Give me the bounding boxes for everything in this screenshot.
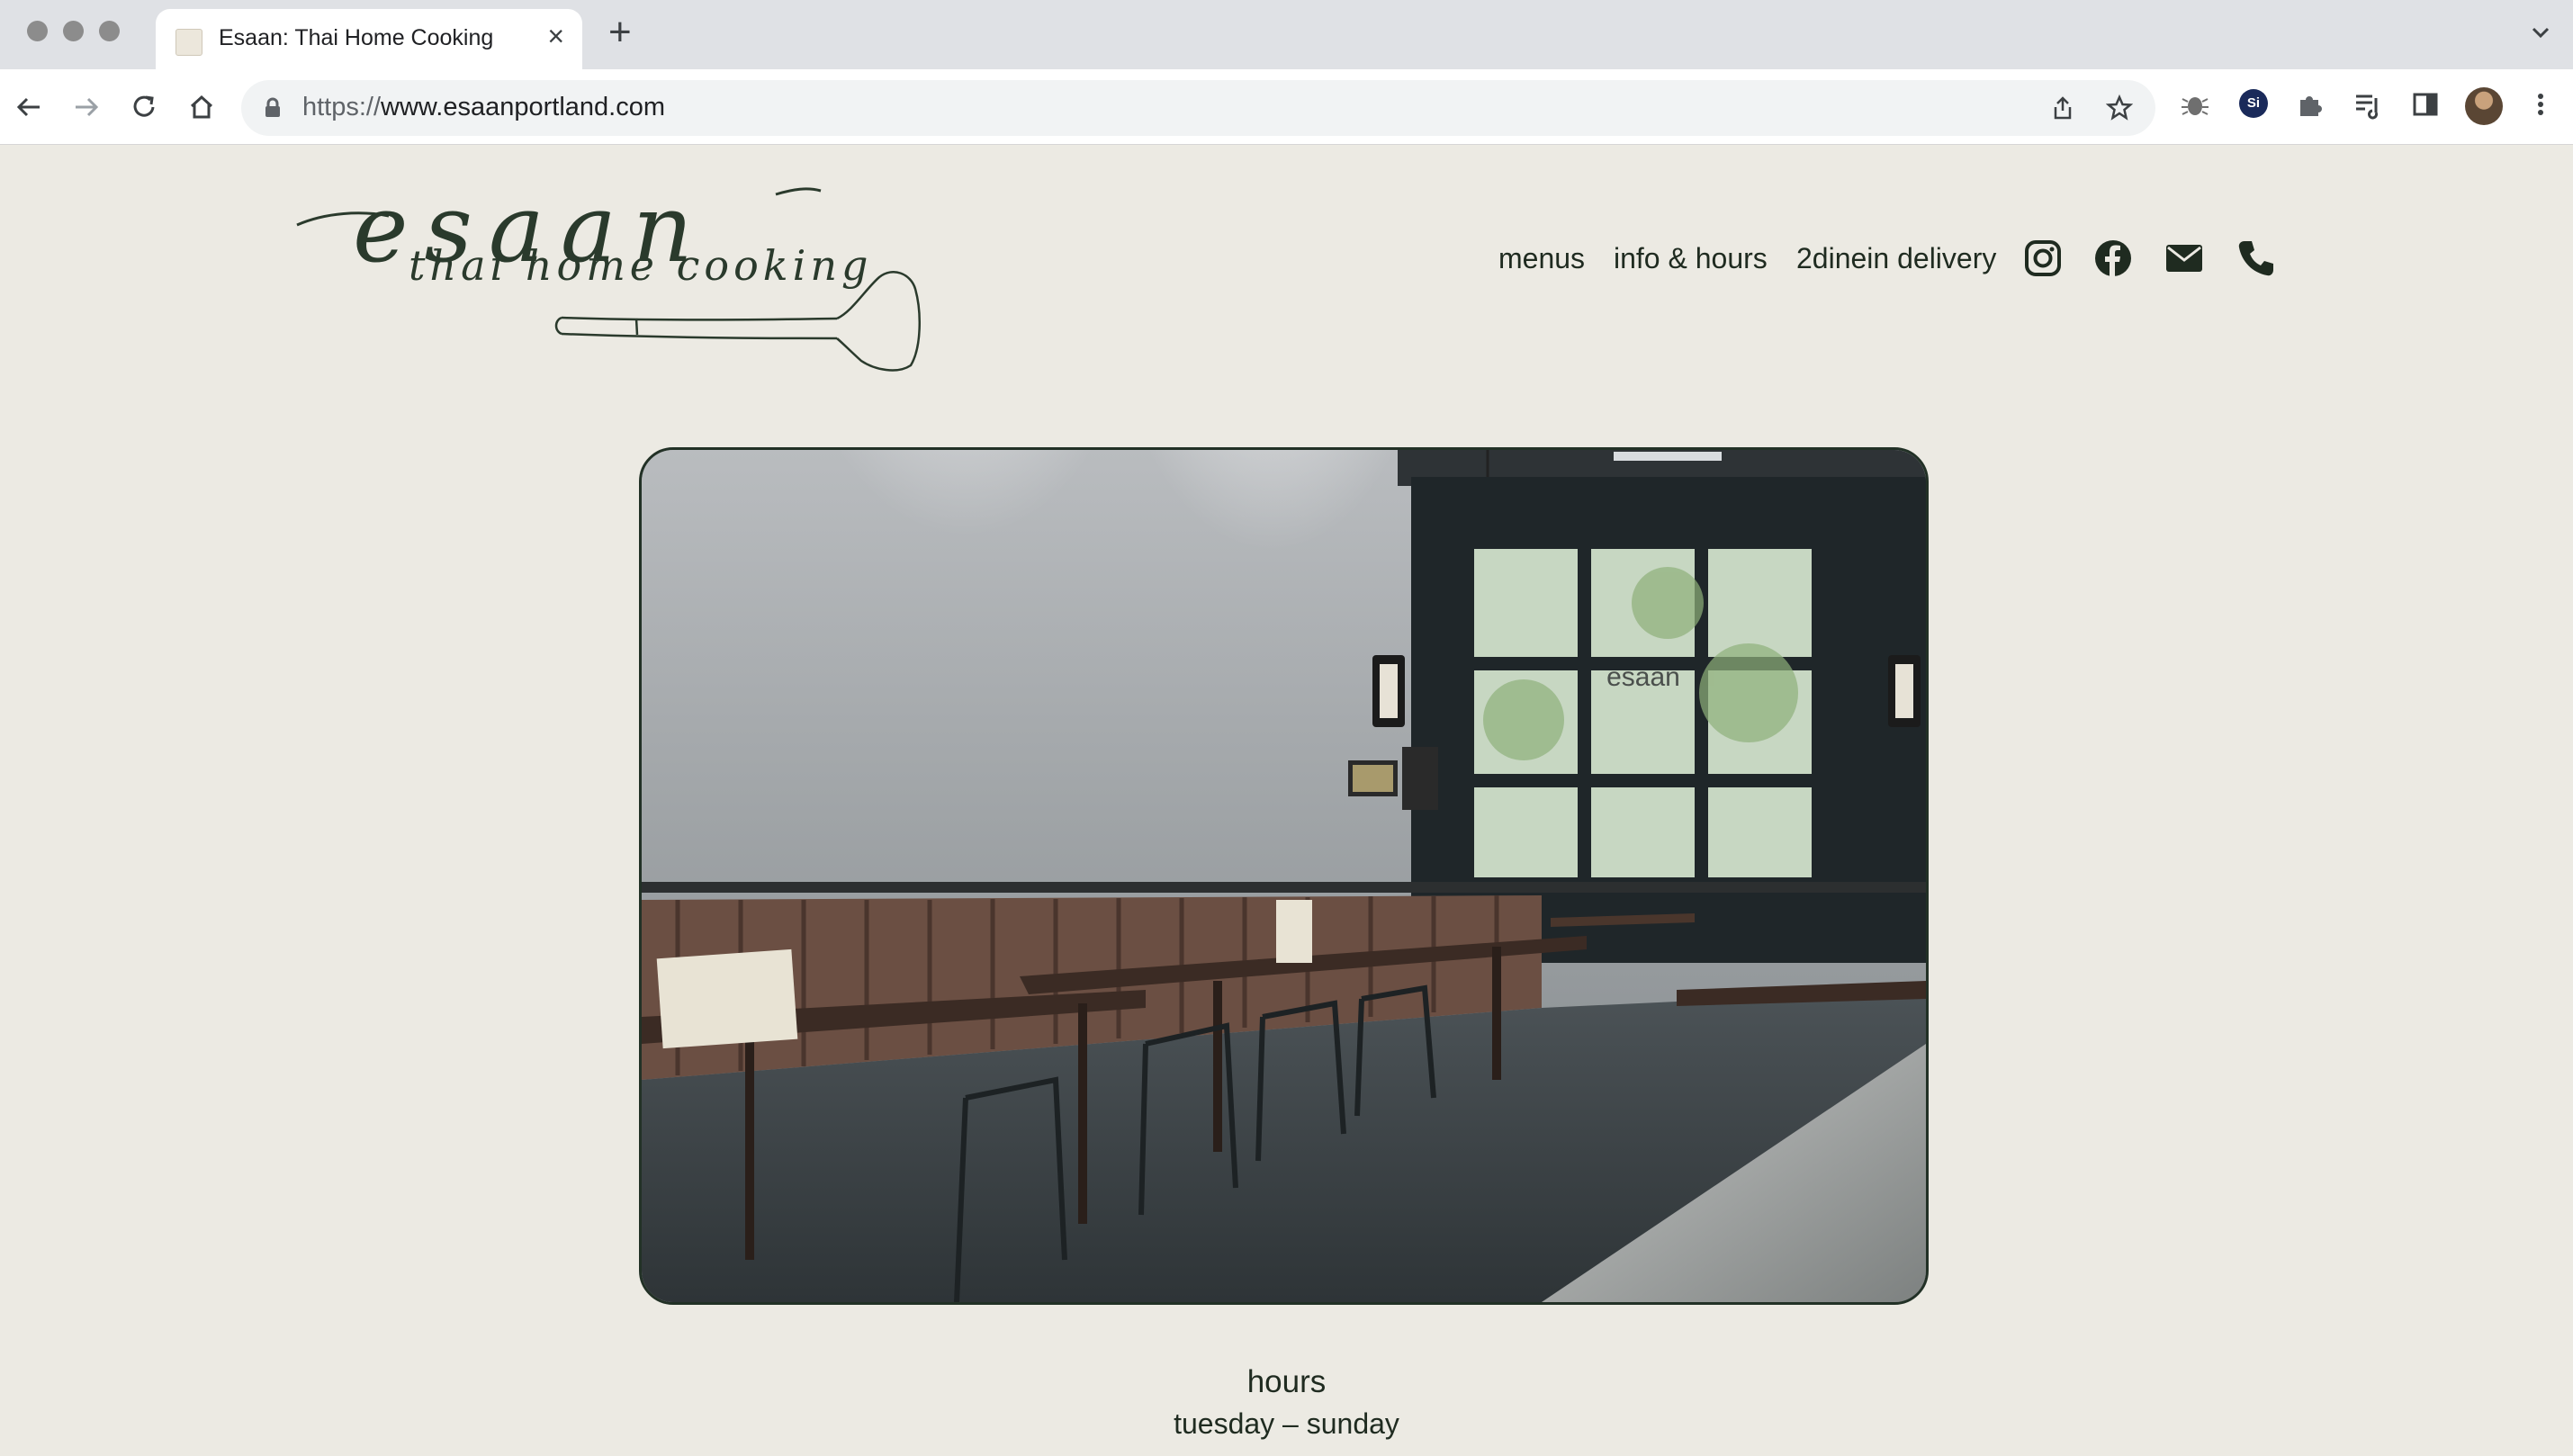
back-arrow-icon[interactable] bbox=[11, 89, 47, 125]
hours-days: tuesday – sunday bbox=[1174, 1407, 1399, 1440]
address-bar[interactable]: https://www.esaanportland.com bbox=[241, 80, 2155, 136]
nav-link-info-hours[interactable]: info & hours bbox=[1614, 236, 1768, 281]
hero-photo: esaan bbox=[639, 447, 1929, 1305]
nav-link-delivery[interactable]: 2dinein delivery bbox=[1796, 236, 1996, 281]
zoom-window-button[interactable] bbox=[99, 21, 120, 41]
url-text: https://www.esaanportland.com bbox=[302, 93, 665, 121]
email-icon[interactable] bbox=[2164, 238, 2205, 279]
hours-heading: hours bbox=[1246, 1364, 1327, 1399]
restaurant-interior-illustration: esaan bbox=[642, 450, 1926, 1302]
tab-search-chevron-icon[interactable] bbox=[2528, 20, 2553, 45]
phone-icon[interactable] bbox=[2236, 238, 2277, 279]
instagram-icon[interactable] bbox=[2022, 238, 2064, 279]
extensions-puzzle-icon[interactable] bbox=[2295, 89, 2326, 120]
share-icon[interactable] bbox=[2049, 94, 2076, 121]
bookmark-star-icon[interactable] bbox=[2106, 94, 2133, 121]
active-tab[interactable]: Esaan: Thai Home Cooking × bbox=[156, 9, 582, 69]
favicon-icon bbox=[175, 29, 202, 56]
browser-tab-strip: Esaan: Thai Home Cooking × + bbox=[0, 0, 2573, 69]
close-window-button[interactable] bbox=[27, 21, 48, 41]
lock-icon[interactable] bbox=[263, 97, 283, 119]
bug-extension-icon[interactable] bbox=[2180, 89, 2210, 120]
profile-avatar[interactable] bbox=[2465, 87, 2503, 125]
new-tab-icon[interactable]: + bbox=[608, 13, 632, 52]
forward-arrow-icon[interactable] bbox=[68, 89, 104, 125]
window-sign-text: esaan bbox=[1606, 662, 1680, 692]
si-extension-icon[interactable]: Si bbox=[2239, 89, 2268, 118]
side-panel-icon[interactable] bbox=[2410, 89, 2441, 120]
nav-link-menus[interactable]: menus bbox=[1498, 236, 1585, 281]
site-logo[interactable]: esaan thai home cooking bbox=[290, 176, 924, 383]
minimize-window-button[interactable] bbox=[63, 21, 84, 41]
reading-list-icon[interactable] bbox=[2353, 89, 2383, 120]
logo-tagline: thai home cooking bbox=[409, 241, 873, 290]
browser-toolbar: https://www.esaanportland.com Si bbox=[0, 69, 2573, 145]
home-icon[interactable] bbox=[184, 89, 220, 125]
browser-menu-icon[interactable] bbox=[2527, 89, 2554, 120]
facebook-icon[interactable] bbox=[2092, 238, 2134, 279]
tab-title: Esaan: Thai Home Cooking bbox=[219, 25, 494, 50]
reload-icon[interactable] bbox=[126, 89, 162, 125]
close-tab-icon[interactable]: × bbox=[547, 22, 564, 50]
